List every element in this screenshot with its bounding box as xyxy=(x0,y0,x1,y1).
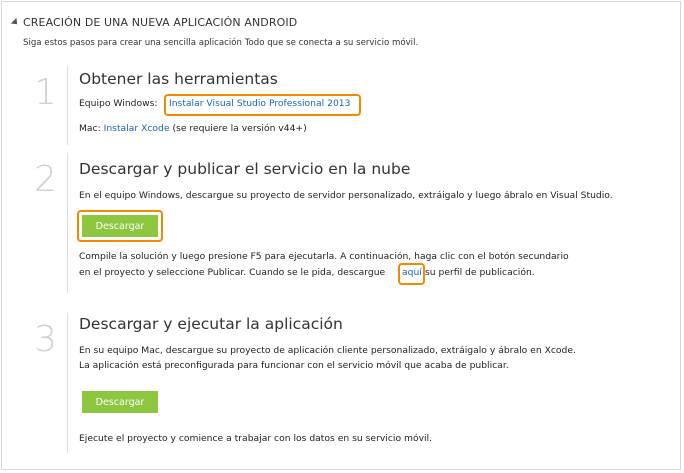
install-xcode-link[interactable]: Instalar Xcode xyxy=(104,123,170,134)
step1-heading: Obtener las herramientas xyxy=(79,70,278,88)
step2-heading: Descargar y publicar el servicio en la n… xyxy=(79,160,411,178)
step3-description-line1: En su equipo Mac, descargue su proyecto … xyxy=(79,345,576,356)
windows-label: Equipo Windows: xyxy=(79,98,158,109)
step2-description: En el equipo Windows, descargue su proye… xyxy=(79,190,613,201)
section-title: CREACIÓN DE UNA NUEVA APLICACIÓN ANDROID xyxy=(23,15,298,29)
step3-footer-text: Ejecute el proyecto y comience a trabaja… xyxy=(79,433,433,444)
xcode-version-note: (se requiere la versión v44+) xyxy=(172,123,307,134)
step-divider-1 xyxy=(67,66,68,145)
download-client-button[interactable]: Descargar xyxy=(82,391,158,413)
step3-heading: Descargar y ejecutar la aplicación xyxy=(79,315,343,333)
mac-label: Mac: xyxy=(79,123,101,134)
download-server-button[interactable]: Descargar xyxy=(82,215,158,237)
windows-tools-line: Equipo Windows: xyxy=(79,97,158,111)
step3-description-line2: La aplicación está preconfigurada para f… xyxy=(79,360,509,371)
mac-tools-line: Mac: Instalar Xcode (se requiere la vers… xyxy=(79,122,307,136)
step2-instructions-line1: Compile la solución y luego presione F5 … xyxy=(79,251,569,262)
install-visual-studio-link[interactable]: Instalar Visual Studio Professional 2013 xyxy=(169,97,350,111)
step-number-1: 1 xyxy=(34,72,57,113)
intro-text: Siga estos pasos para crear una sencilla… xyxy=(23,38,419,48)
step2-instructions-line2-suffix: su perfil de publicación. xyxy=(425,267,535,278)
publish-profile-link[interactable]: aquí xyxy=(402,266,422,280)
step-number-2: 2 xyxy=(34,159,57,200)
step-number-3: 3 xyxy=(34,319,57,360)
step-divider-3 xyxy=(67,313,68,453)
section-header[interactable]: CREACIÓN DE UNA NUEVA APLICACIÓN ANDROID xyxy=(10,15,297,29)
collapse-triangle-icon[interactable] xyxy=(10,17,21,27)
step2-instructions-line2-prefix: en el proyecto y seleccione Publicar. Cu… xyxy=(79,267,386,278)
step-divider-2 xyxy=(67,153,68,293)
